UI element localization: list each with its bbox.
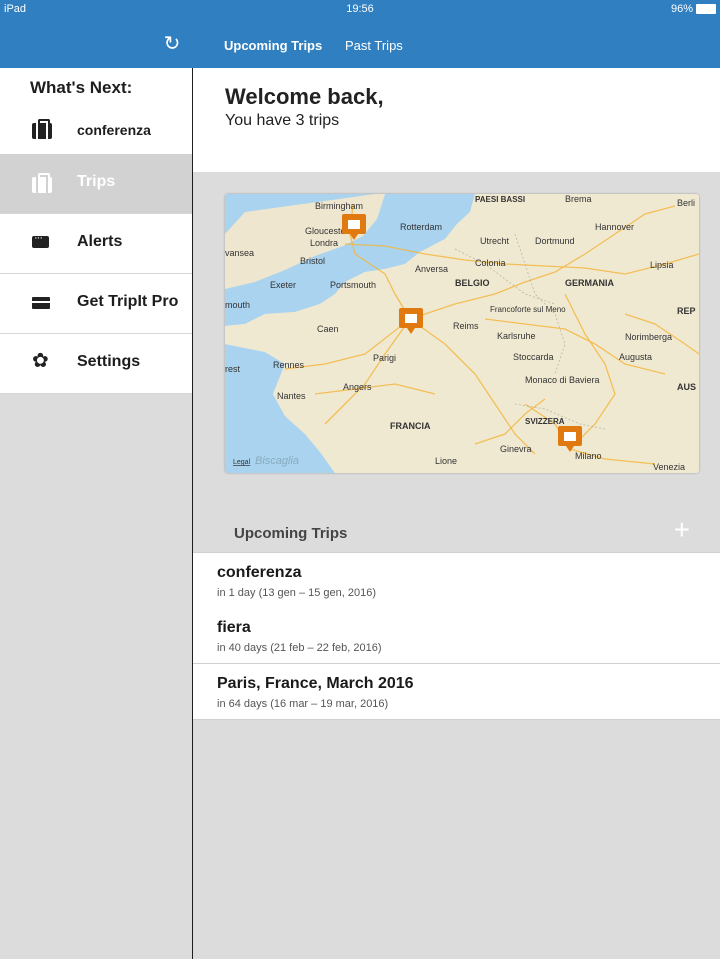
svg-text:Dortmund: Dortmund [535, 236, 575, 246]
svg-text:Venezia: Venezia [653, 462, 685, 472]
svg-text:Biscaglia: Biscaglia [255, 455, 299, 467]
trip-row[interactable]: Paris, France, March 2016 in 64 days (16… [193, 664, 720, 720]
svg-text:Angers: Angers [343, 382, 372, 392]
trip-name: conferenza [217, 564, 302, 581]
svg-text:AUS: AUS [677, 382, 696, 392]
svg-text:Karlsruhe: Karlsruhe [497, 331, 536, 341]
tab-upcoming-trips[interactable]: Upcoming Trips [224, 38, 322, 53]
svg-text:Norimberga: Norimberga [625, 332, 672, 342]
nav-bar: ↻ Upcoming Trips Past Trips [0, 20, 720, 68]
chat-bubble-icon [32, 232, 49, 248]
svg-text:FRANCIA: FRANCIA [390, 421, 431, 431]
main-content: Welcome back, You have 3 trips Birmingha… [193, 68, 720, 959]
svg-text:Stoccarda: Stoccarda [513, 352, 554, 362]
trips-map[interactable]: Birmingham Gloucester Londra Bristol Exe… [225, 194, 699, 473]
svg-text:vansea: vansea [225, 248, 254, 258]
refresh-icon[interactable]: ↻ [160, 32, 184, 56]
welcome-panel: Welcome back, You have 3 trips [193, 68, 720, 172]
battery-icon [696, 4, 716, 14]
svg-text:REP: REP [677, 306, 696, 316]
whats-next-title: What's Next: [30, 78, 133, 97]
svg-text:Francoforte sul Meno: Francoforte sul Meno [490, 305, 566, 314]
svg-text:Caen: Caen [317, 324, 339, 334]
svg-text:Exeter: Exeter [270, 280, 296, 290]
trip-row[interactable]: conferenza in 1 day (13 gen – 15 gen, 20… [193, 552, 720, 609]
svg-text:Brema: Brema [565, 194, 592, 204]
svg-text:Milano: Milano [575, 451, 602, 461]
suitcase-icon [32, 119, 52, 139]
upcoming-trips-header: Upcoming Trips + [193, 508, 720, 552]
status-bar: iPad 19:56 96% [0, 0, 720, 20]
add-trip-button[interactable]: + [674, 516, 690, 544]
svg-text:Berli: Berli [677, 198, 695, 208]
sidebar-item-label: Get TripIt Pro [77, 293, 179, 310]
svg-text:Reims: Reims [453, 321, 479, 331]
svg-text:Colonia: Colonia [475, 258, 506, 268]
svg-text:PAESI BASSI: PAESI BASSI [475, 195, 525, 204]
svg-text:Utrecht: Utrecht [480, 236, 510, 246]
sidebar-item-trips[interactable]: Trips [0, 154, 192, 214]
svg-text:Nantes: Nantes [277, 391, 306, 401]
section-title: Upcoming Trips [234, 525, 348, 542]
svg-text:SVIZZERA: SVIZZERA [525, 417, 565, 426]
credit-card-icon [32, 297, 50, 309]
svg-text:Rennes: Rennes [273, 360, 305, 370]
svg-text:Lione: Lione [435, 456, 457, 466]
sidebar-item-label: Alerts [77, 233, 123, 250]
svg-text:Ginevra: Ginevra [500, 444, 532, 454]
next-trip-label: conferenza [77, 122, 151, 138]
tab-past-trips[interactable]: Past Trips [345, 38, 403, 53]
trip-name: Paris, France, March 2016 [217, 675, 414, 692]
whats-next-panel[interactable]: What's Next: conferenza [0, 68, 192, 154]
sidebar-item-alerts[interactable]: Alerts [0, 214, 192, 274]
sidebar-item-label: Settings [77, 353, 141, 370]
welcome-title: Welcome back, [225, 84, 384, 109]
trip-detail: in 40 days (21 feb – 22 feb, 2016) [217, 642, 382, 654]
svg-text:Hannover: Hannover [595, 222, 634, 232]
svg-text:GERMANIA: GERMANIA [565, 278, 614, 288]
battery-status: 96% [671, 3, 716, 15]
gear-icon: ✿ [32, 350, 49, 372]
trip-detail: in 64 days (16 mar – 19 mar, 2016) [217, 698, 389, 710]
svg-text:Monaco di Baviera: Monaco di Baviera [525, 375, 600, 385]
trip-name: fiera [217, 619, 251, 636]
svg-text:rest: rest [225, 364, 241, 374]
svg-text:mouth: mouth [225, 300, 250, 310]
svg-text:Parigi: Parigi [373, 353, 396, 363]
svg-text:Londra: Londra [310, 238, 338, 248]
trip-count: You have 3 trips [225, 112, 340, 129]
svg-text:Birmingham: Birmingham [315, 201, 363, 211]
suitcase-icon [32, 173, 52, 193]
svg-text:Rotterdam: Rotterdam [400, 222, 442, 232]
sidebar-item-get-tripit-pro[interactable]: Get TripIt Pro [0, 274, 192, 334]
svg-text:Legal: Legal [233, 459, 251, 466]
svg-text:Lipsia: Lipsia [650, 260, 674, 270]
sidebar: What's Next: conferenza Trips Alerts Get… [0, 68, 193, 959]
svg-text:Portsmouth: Portsmouth [330, 280, 376, 290]
sidebar-item-settings[interactable]: ✿ Settings [0, 334, 192, 394]
svg-text:Augusta: Augusta [619, 352, 652, 362]
sidebar-item-label: Trips [77, 173, 116, 190]
svg-text:Bristol: Bristol [300, 256, 325, 266]
clock: 19:56 [346, 3, 374, 15]
svg-text:Anversa: Anversa [415, 264, 448, 274]
trip-detail: in 1 day (13 gen – 15 gen, 2016) [217, 587, 377, 599]
map-graphic: Birmingham Gloucester Londra Bristol Exe… [225, 194, 699, 473]
trip-row[interactable]: fiera in 40 days (21 feb – 22 feb, 2016) [193, 608, 720, 664]
svg-text:BELGIO: BELGIO [455, 278, 490, 288]
battery-percent: 96% [670, 3, 693, 15]
